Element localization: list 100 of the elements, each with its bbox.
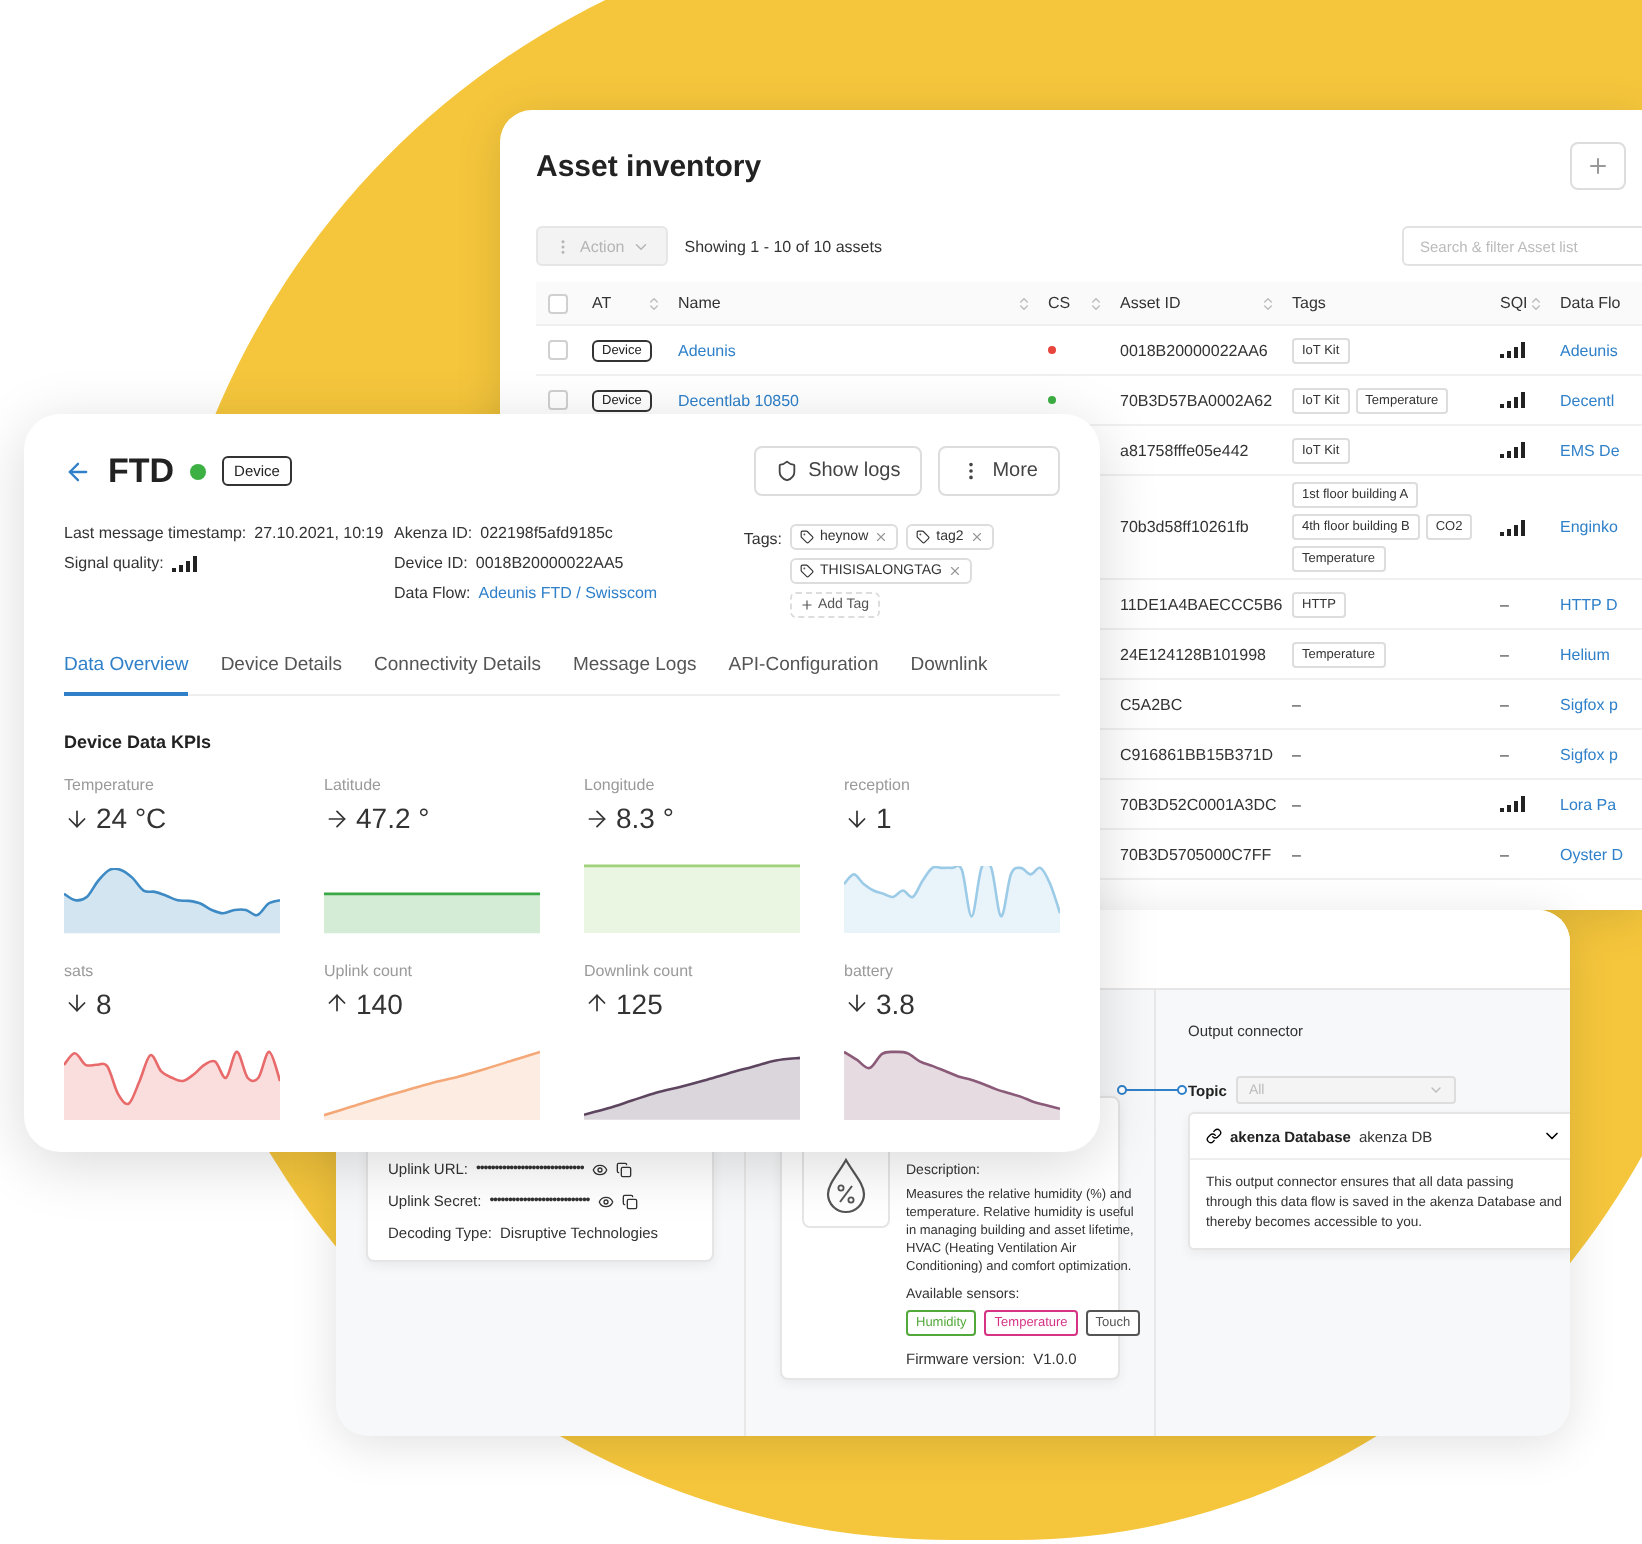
kpi-value: 140 <box>356 987 403 1020</box>
asset-id: a81758fffe05e442 <box>1120 441 1249 459</box>
kpi-label: Uplink count <box>324 961 415 980</box>
tab[interactable]: Connectivity Details <box>374 654 541 696</box>
tags-label: Tags: <box>743 530 782 548</box>
add-button[interactable] <box>1570 142 1626 190</box>
sort-icon[interactable] <box>1016 295 1032 311</box>
arrow-down-icon <box>844 990 870 1017</box>
empty-value: – <box>1500 845 1509 863</box>
kpi-value: 8.3 ° <box>616 802 674 834</box>
tab[interactable]: API-Configuration <box>728 654 879 696</box>
info-value: 0018B20000022AA5 <box>475 554 624 572</box>
more-button[interactable]: More <box>938 446 1060 496</box>
data-flow-link[interactable]: Sigfox p <box>1560 745 1618 763</box>
asset-id: 11DE1A4BAECCC5B6 <box>1120 595 1283 613</box>
empty-value: – <box>1292 795 1301 813</box>
remove-icon[interactable] <box>947 564 962 578</box>
arrow-right-icon <box>324 805 350 831</box>
kpi-label: Longitude <box>584 776 657 794</box>
tag-icon <box>800 530 814 544</box>
sort-icon[interactable] <box>1088 295 1104 311</box>
link-icon <box>1206 1128 1222 1144</box>
row-checkbox[interactable] <box>548 390 568 410</box>
info-value: 022198f5afd9185c <box>480 524 613 542</box>
empty-value: – <box>1500 695 1509 713</box>
plus-icon <box>1586 154 1610 178</box>
asset-id: 70B3D5705000C7FF <box>1120 845 1272 863</box>
copy-icon[interactable] <box>621 1193 638 1209</box>
kpi-label: sats <box>64 961 96 980</box>
data-flow-link[interactable]: Oyster D <box>1560 845 1624 863</box>
row-checkbox[interactable] <box>548 340 568 360</box>
arrow-down-icon <box>64 805 90 831</box>
arrow-down-icon <box>844 805 870 831</box>
kpi-label: battery <box>844 961 895 980</box>
sort-icon[interactable] <box>1260 295 1276 311</box>
tab[interactable]: Message Logs <box>572 654 697 696</box>
sort-icon[interactable] <box>1528 295 1544 311</box>
data-flow-link[interactable]: Adeunis <box>1560 341 1618 359</box>
empty-value: – <box>1500 745 1509 763</box>
arrow-up-icon <box>584 990 610 1017</box>
copy-icon[interactable] <box>615 1161 632 1177</box>
remove-icon[interactable] <box>874 530 889 544</box>
sort-icon[interactable] <box>646 295 662 311</box>
header-checkbox[interactable] <box>548 293 568 313</box>
tab[interactable]: Device Details <box>220 654 343 696</box>
info-label: Akenza ID: <box>394 524 473 542</box>
chevron-down-icon <box>1428 1082 1445 1098</box>
asset-id: 24E124128B101998 <box>1120 645 1266 663</box>
empty-value: – <box>1292 695 1301 713</box>
data-flow-link[interactable]: Adeunis FTD / Swisscom <box>478 584 658 602</box>
empty-value: – <box>1292 745 1301 763</box>
tag-icon <box>800 564 814 578</box>
tab[interactable]: Downlink <box>910 654 988 696</box>
signal-bars-icon <box>1500 342 1526 358</box>
signal-bars-icon <box>171 555 198 571</box>
info-label: Device ID: <box>394 554 468 572</box>
info-label: Signal quality: <box>64 554 164 572</box>
arrow-down-icon <box>64 990 90 1017</box>
data-flow-link[interactable]: HTTP D <box>1560 595 1618 613</box>
tab[interactable]: Data Overview <box>64 654 189 696</box>
empty-value: – <box>1500 595 1509 613</box>
kpi-label: Downlink count <box>584 961 695 980</box>
data-flow-link[interactable]: Decentl <box>1560 391 1615 409</box>
kpi-value: 125 <box>616 987 663 1020</box>
kpi-label: Latitude <box>324 776 383 794</box>
eye-icon[interactable] <box>591 1161 608 1177</box>
empty-value: – <box>1500 645 1509 663</box>
data-flow-link[interactable]: Helium <box>1560 645 1610 663</box>
shield-icon <box>776 460 799 482</box>
empty-value: – <box>1292 845 1301 863</box>
asset-name-link[interactable]: Adeunis <box>678 341 736 359</box>
section-title: Device Data KPIs <box>64 732 214 752</box>
remove-icon[interactable] <box>969 530 984 544</box>
asset-id: 70b3d58ff10261fb <box>1120 518 1249 536</box>
tag-icon <box>916 530 931 544</box>
humidity-drop-icon <box>824 1158 868 1214</box>
info-value: 27.10.2021, 10:19 <box>254 524 384 542</box>
show-logs-button[interactable]: Show logs <box>754 446 923 496</box>
column-header: Tags <box>1292 294 1326 312</box>
kpi-value: 47.2 ° <box>356 802 430 834</box>
column-header: AT <box>592 294 612 312</box>
showing-count: Showing 1 - 10 of 10 assets <box>684 237 882 255</box>
asset-name-link[interactable]: Decentlab 10850 <box>678 391 799 409</box>
column-header: Asset ID <box>1120 294 1181 312</box>
column-header: CS <box>1048 294 1071 312</box>
signal-bars-icon <box>1500 796 1526 812</box>
signal-bars-icon <box>1500 442 1526 458</box>
data-flow-link[interactable]: Lora Pa <box>1560 795 1617 813</box>
info-label: Data Flow: <box>394 584 471 602</box>
column-header: Data Flo <box>1560 294 1621 312</box>
data-flow-link[interactable]: EMS De <box>1560 441 1620 459</box>
signal-bars-icon <box>1500 519 1526 535</box>
kpi-label: Temperature <box>64 776 156 794</box>
device-name: FTD <box>108 451 175 491</box>
eye-icon[interactable] <box>597 1193 614 1209</box>
asset-id: 70B3D52C0001A3DC <box>1120 795 1277 813</box>
info-label: Last message timestamp: <box>64 524 247 542</box>
data-flow-link[interactable]: Sigfox p <box>1560 695 1618 713</box>
kpi-value: 3.8 <box>876 987 915 1020</box>
data-flow-link[interactable]: Enginko <box>1560 518 1618 536</box>
